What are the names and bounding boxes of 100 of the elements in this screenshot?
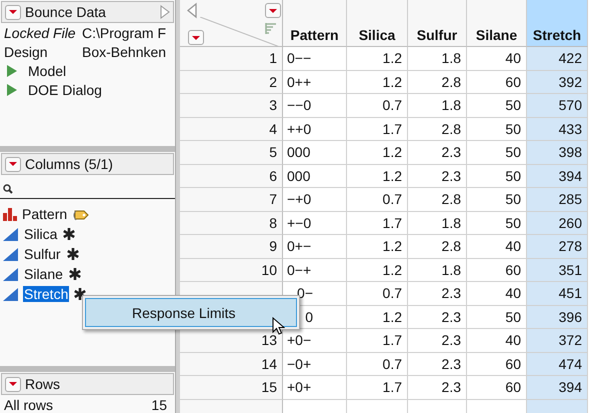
panel-title: Columns (5/1) <box>25 156 113 172</box>
column-item[interactable]: Stretch <box>23 286 70 302</box>
play-icon <box>6 82 18 96</box>
caret-icon <box>8 161 18 167</box>
dropdown-button[interactable] <box>5 156 21 172</box>
menu-item[interactable]: Response Limits <box>85 298 297 327</box>
column-item[interactable]: Silane <box>23 266 64 282</box>
column-item[interactable]: Silica <box>23 226 58 242</box>
asterisk-icon <box>73 287 88 301</box>
row-number: 9 <box>180 235 283 258</box>
table-cell: 2.8 <box>442 120 461 137</box>
table-cell: 1.8 <box>442 262 461 278</box>
caret-icon <box>191 34 201 40</box>
row-state-label: All rows <box>4 397 54 413</box>
table-cell: 40 <box>505 285 521 302</box>
asterisk-icon <box>66 247 80 261</box>
table-cell: 396 <box>558 308 582 325</box>
asterisk-icon <box>68 267 82 281</box>
table-cell: 278 <box>558 238 582 254</box>
table-cell: 1.7 <box>382 379 402 396</box>
column-header[interactable]: Silica <box>347 0 408 47</box>
triangle-icon <box>3 227 19 241</box>
dropdown-button[interactable] <box>265 3 281 18</box>
table-cell: +0− <box>287 332 312 348</box>
row-number: 7 <box>180 188 283 212</box>
script-item[interactable]: DOE Dialog <box>0 80 175 99</box>
row-number: 1 <box>180 47 283 70</box>
table-cell: 2.8 <box>442 191 461 208</box>
table-cell: 60 <box>505 262 521 278</box>
triangle-icon <box>3 267 19 281</box>
table-cell: 394 <box>558 379 582 396</box>
row-number: 4 <box>180 118 283 141</box>
table-cell: 60 <box>505 379 521 396</box>
table-cell-text: 0 <box>304 308 313 325</box>
triangle-icon <box>3 247 19 261</box>
table-cell: +0+ <box>287 379 312 396</box>
table-cell: ++0 <box>287 120 312 137</box>
table-cell: 000 <box>287 144 310 160</box>
column-header[interactable]: Sulfur <box>408 0 467 47</box>
table-cell: 2.3 <box>442 285 461 302</box>
table-cell: 1.2 <box>382 74 402 90</box>
triangle-icon <box>3 287 19 301</box>
dropdown-button[interactable] <box>5 376 21 392</box>
caret-icon <box>8 9 18 15</box>
caret-icon <box>268 8 278 14</box>
property-value: C:\Program F <box>82 24 166 40</box>
table-cell: +−0 <box>287 214 312 231</box>
property-name: Locked File <box>4 24 77 40</box>
table-cell: 2.3 <box>442 168 461 184</box>
table-cell: 2.3 <box>442 308 461 325</box>
table-cell: 422 <box>558 50 582 66</box>
column-header[interactable]: Stretch <box>527 0 588 47</box>
table-cell: 0.7 <box>382 285 402 302</box>
panel-title: Bounce Data <box>25 4 106 20</box>
table-cell: 2.3 <box>442 379 461 396</box>
table-cell: −−0 <box>287 97 312 114</box>
table-cell: 2.3 <box>442 332 461 348</box>
table-cell: 0.7 <box>382 97 402 114</box>
row-number: 15 <box>180 376 283 400</box>
table-cell: 2.3 <box>442 356 461 372</box>
search-icon <box>3 184 13 194</box>
table-cell: 1.7 <box>382 332 402 348</box>
table-cell: 50 <box>505 191 521 208</box>
table-cell: 40 <box>505 238 521 254</box>
dropdown-button[interactable] <box>188 30 204 45</box>
mouse-cursor-icon <box>272 317 285 335</box>
table-cell: 60 <box>505 74 521 90</box>
table-cell: 1.2 <box>382 238 402 254</box>
column-item[interactable]: Pattern <box>21 206 68 222</box>
table-cell: 1.7 <box>382 214 402 231</box>
table-cell: 474 <box>558 356 582 372</box>
table-cell: 285 <box>558 191 582 208</box>
table-cell: 1.2 <box>382 144 402 160</box>
table-cell: 50 <box>505 168 521 184</box>
table-cell: 60 <box>505 356 521 372</box>
column-header[interactable]: Silane <box>467 0 527 47</box>
table-cell: 0+− <box>287 238 312 254</box>
row-number: 3 <box>180 94 283 118</box>
expand-icon <box>160 5 170 19</box>
table-cell: 1.8 <box>442 97 461 114</box>
row-number: 14 <box>180 352 283 376</box>
table-cell: 392 <box>558 74 582 90</box>
script-item[interactable]: Model <box>0 61 175 80</box>
row-number: 5 <box>180 141 283 164</box>
column-item[interactable]: Sulfur <box>23 246 62 262</box>
table-cell: 40 <box>505 50 521 66</box>
property-name: Design <box>4 44 49 60</box>
table-cell: 372 <box>558 332 582 348</box>
table-cell: 394 <box>558 168 582 184</box>
table-cell: 1.8 <box>442 214 461 231</box>
dropdown-button[interactable] <box>5 4 21 20</box>
table-cell: 50 <box>505 308 521 325</box>
column-header[interactable]: Pattern <box>283 0 347 47</box>
caret-icon <box>8 381 18 387</box>
bar-chart-icon <box>3 207 17 221</box>
table-cell: 0−+ <box>287 262 312 278</box>
table-cell: 1.2 <box>382 262 402 278</box>
table-cell: 0−− <box>287 50 312 66</box>
panel-title: Rows <box>25 376 60 392</box>
row-number: 8 <box>180 212 283 235</box>
